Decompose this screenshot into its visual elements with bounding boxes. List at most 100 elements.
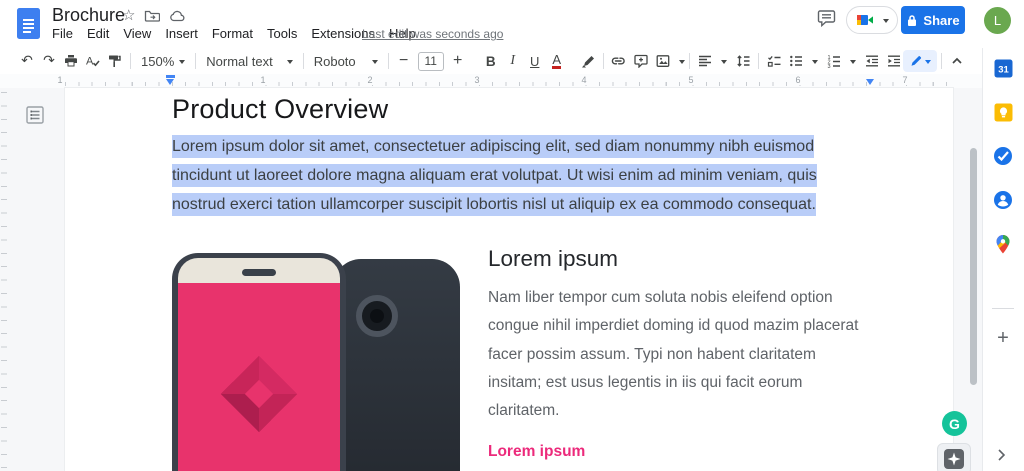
explore-star-icon <box>944 449 964 469</box>
checklist-icon[interactable] <box>764 51 784 71</box>
phone-front-image <box>172 253 346 471</box>
phone-screen <box>178 283 340 471</box>
increase-indent-icon[interactable] <box>884 51 904 71</box>
side-panel-divider <box>992 308 1014 309</box>
text-color-icon[interactable]: A <box>547 51 567 71</box>
document-page[interactable]: Product Overview Lorem ipsum dolor sit a… <box>65 88 953 471</box>
phone-bezel <box>178 258 340 283</box>
menu-view[interactable]: View <box>116 24 158 43</box>
calendar-icon[interactable]: 31 <box>993 58 1013 78</box>
toolbar-main: ↶ ↷ A 150% Normal text Roboto <box>16 48 936 74</box>
doc-selected-paragraph[interactable]: Lorem ipsum dolor sit amet, consectetuer… <box>172 132 856 219</box>
hide-menus-chevron-icon[interactable] <box>947 51 967 71</box>
numbered-list-icon[interactable]: 123 <box>824 51 844 71</box>
google-docs-app: Brochure ☆ File Edit View Insert Format … <box>0 0 1024 471</box>
align-icon[interactable] <box>695 51 715 71</box>
insert-image-caret[interactable] <box>679 60 685 67</box>
phone-back-image <box>333 259 460 471</box>
meet-button[interactable] <box>846 6 898 34</box>
lock-icon <box>906 14 918 27</box>
add-comment-icon[interactable] <box>631 51 651 71</box>
print-icon[interactable] <box>61 51 81 71</box>
decrease-font-size-icon[interactable]: − <box>394 51 414 71</box>
editing-mode-button[interactable] <box>903 50 937 72</box>
grammarly-letter: G <box>949 416 960 432</box>
share-button[interactable]: Share <box>901 6 965 34</box>
numbered-list-caret[interactable] <box>850 60 856 67</box>
zoom-select[interactable]: 150% <box>135 54 191 69</box>
doc-section-heading[interactable]: Lorem ipsum <box>488 246 618 272</box>
svg-text:31: 31 <box>998 64 1009 75</box>
decrease-indent-icon[interactable] <box>862 51 882 71</box>
get-addons-icon[interactable]: + <box>993 328 1013 348</box>
menu-insert[interactable]: Insert <box>158 24 205 43</box>
meet-icon <box>856 13 874 27</box>
ruler-number: 5 <box>686 75 695 85</box>
first-line-indent-marker[interactable] <box>166 75 175 78</box>
docs-logo-icon[interactable] <box>17 8 40 39</box>
spelling-check-icon[interactable]: A <box>83 51 103 71</box>
document-title[interactable]: Brochure <box>52 5 125 26</box>
move-folder-icon[interactable] <box>144 9 160 23</box>
document-canvas: Product Overview Lorem ipsum dolor sit a… <box>0 88 982 471</box>
bulleted-list-caret[interactable] <box>812 60 818 67</box>
cloud-saved-icon[interactable] <box>169 9 186 23</box>
undo-icon[interactable]: ↶ <box>17 51 37 71</box>
share-label: Share <box>923 13 959 28</box>
svg-text:A: A <box>86 56 94 68</box>
document-outline-icon[interactable] <box>25 105 45 125</box>
paragraph-style-value: Normal text <box>206 54 272 69</box>
redo-icon[interactable]: ↷ <box>39 51 59 71</box>
editing-mode-pencil-icon <box>910 55 922 67</box>
highlight-color-icon[interactable] <box>578 51 598 71</box>
ruler-number: 6 <box>793 75 802 85</box>
increase-font-size-icon[interactable]: + <box>448 51 468 71</box>
text-selection: Lorem ipsum dolor sit amet, consectetuer… <box>172 135 817 216</box>
insert-image-icon[interactable] <box>653 51 673 71</box>
font-size-input[interactable]: 11 <box>418 52 444 71</box>
meet-dropdown-caret <box>883 19 889 26</box>
phone-camera <box>356 295 398 337</box>
doc-pink-subheading[interactable]: Lorem ipsum <box>488 443 585 461</box>
vertical-scrollbar[interactable] <box>970 148 977 385</box>
ruler-number: 2 <box>365 75 374 85</box>
ruler-number: 7 <box>900 75 909 85</box>
italic-icon[interactable]: I <box>503 51 523 71</box>
menu-format[interactable]: Format <box>205 24 260 43</box>
phone-illustration[interactable] <box>172 251 462 471</box>
underline-icon[interactable]: U <box>525 51 545 71</box>
tasks-icon[interactable] <box>993 146 1013 166</box>
paint-format-icon[interactable] <box>105 51 125 71</box>
line-spacing-icon[interactable] <box>733 51 753 71</box>
maps-icon[interactable] <box>993 234 1013 254</box>
font-select[interactable]: Roboto <box>308 54 384 69</box>
doc-heading[interactable]: Product Overview <box>172 94 388 125</box>
menu-tools[interactable]: Tools <box>260 24 304 43</box>
header: Brochure ☆ File Edit View Insert Format … <box>0 0 1024 48</box>
last-edit-status[interactable]: Last edit was seconds ago <box>362 27 503 41</box>
contacts-icon[interactable] <box>993 190 1013 210</box>
bold-icon[interactable]: B <box>481 51 501 71</box>
font-value: Roboto <box>314 54 356 69</box>
explore-button[interactable] <box>937 443 971 471</box>
keep-icon[interactable] <box>993 102 1013 122</box>
hide-side-panel-chevron-icon[interactable] <box>996 448 1008 462</box>
bulleted-list-icon[interactable] <box>786 51 806 71</box>
title-icons: ☆ <box>122 7 186 25</box>
menu-file[interactable]: File <box>45 24 80 43</box>
menu-edit[interactable]: Edit <box>80 24 116 43</box>
open-comment-history-icon[interactable] <box>817 9 838 28</box>
ruler-number: 4 <box>579 75 588 85</box>
star-icon[interactable]: ☆ <box>122 7 135 25</box>
toolbar: ↶ ↷ A 150% Normal text Roboto <box>0 48 1024 75</box>
grammarly-icon[interactable]: G <box>942 411 967 436</box>
account-avatar[interactable]: L <box>984 7 1011 34</box>
side-panel: 31 + <box>982 48 1024 471</box>
phone-speaker <box>242 269 276 276</box>
insert-link-icon[interactable] <box>609 51 629 71</box>
paragraph-style-select[interactable]: Normal text <box>200 54 298 69</box>
horizontal-ruler[interactable]: 1 1 2 3 4 5 6 7 <box>0 74 1024 88</box>
align-caret[interactable] <box>721 60 727 67</box>
ruler-number: 1 <box>55 75 64 85</box>
doc-section-body[interactable]: Nam liber tempor cum soluta nobis eleife… <box>488 284 870 425</box>
